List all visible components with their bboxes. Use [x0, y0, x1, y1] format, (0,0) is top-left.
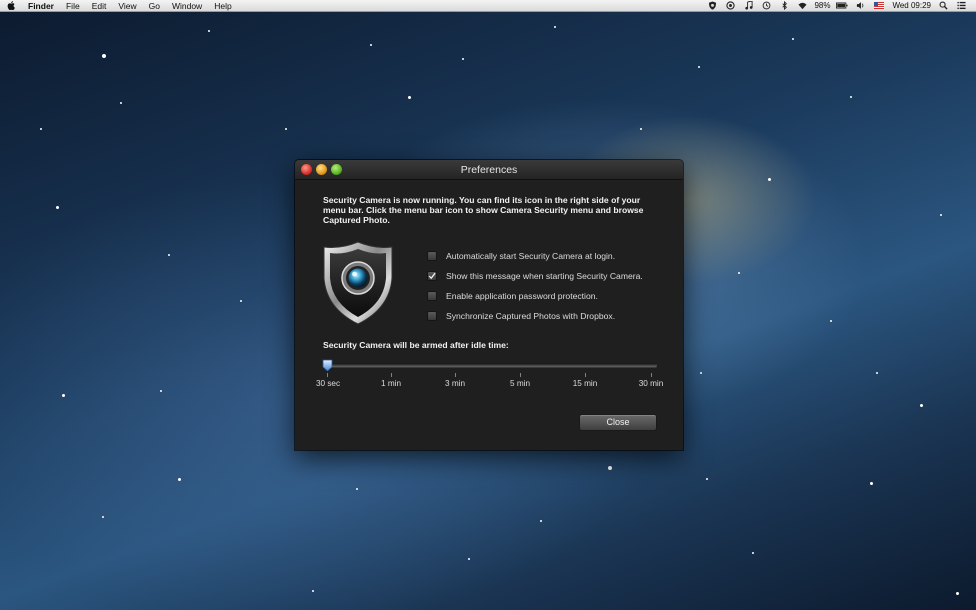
idle-time-slider-track[interactable] [325, 363, 657, 367]
volume-icon[interactable] [851, 0, 869, 12]
slider-tick [455, 373, 456, 377]
menu-edit[interactable]: Edit [86, 0, 113, 12]
slider-tick [391, 373, 392, 377]
slider-tick [327, 373, 328, 377]
battery-percent[interactable]: 98% [811, 0, 833, 12]
idle-time-label: Security Camera will be armed after idle… [323, 340, 509, 350]
flag-icon[interactable] [874, 2, 885, 9]
checkmark-icon [428, 272, 436, 280]
search-icon[interactable] [934, 0, 952, 12]
menu-bar: Finder File Edit View Go Window Help 98% [0, 0, 976, 12]
slider-tick [651, 373, 652, 377]
time-machine-icon[interactable] [757, 0, 775, 12]
menu-file[interactable]: File [60, 0, 86, 12]
slider-tick [585, 373, 586, 377]
wifi-icon[interactable] [793, 0, 811, 12]
bluetooth-icon[interactable] [775, 0, 793, 12]
preferences-window: Preferences Security Camera is now runni… [295, 160, 683, 450]
camera-icon[interactable] [721, 0, 739, 12]
security-camera-shield-icon [321, 240, 395, 326]
option-auto-start[interactable]: Automatically start Security Camera at l… [427, 246, 643, 266]
option-label: Show this message when starting Security… [446, 271, 643, 281]
window-zoom-button[interactable] [331, 164, 342, 175]
menu-go[interactable]: Go [143, 0, 166, 12]
running-message: Security Camera is now running. You can … [323, 195, 644, 225]
slider-tick-label: 30 min [638, 379, 664, 388]
password-protection-checkbox[interactable] [427, 291, 437, 301]
window-minimize-button[interactable] [316, 164, 327, 175]
window-titlebar[interactable]: Preferences [295, 160, 683, 180]
show-message-checkbox[interactable] [427, 271, 437, 281]
shield-icon[interactable] [703, 0, 721, 12]
menu-app-name[interactable]: Finder [22, 0, 60, 12]
window-title: Preferences [460, 164, 518, 176]
option-dropbox-sync[interactable]: Synchronize Captured Photos with Dropbox… [427, 306, 643, 326]
dropbox-sync-checkbox[interactable] [427, 311, 437, 321]
menu-window[interactable]: Window [166, 0, 208, 12]
menu-view[interactable]: View [112, 0, 142, 12]
option-label: Synchronize Captured Photos with Dropbox… [446, 311, 616, 321]
battery-icon[interactable] [833, 0, 851, 12]
option-label: Enable application password protection. [446, 291, 598, 301]
option-label: Automatically start Security Camera at l… [446, 251, 616, 261]
list-icon[interactable] [952, 0, 970, 12]
options-list: Automatically start Security Camera at l… [427, 246, 643, 326]
slider-tick [520, 373, 521, 377]
menu-help[interactable]: Help [208, 0, 237, 12]
slider-tick-label: 15 min [572, 379, 598, 388]
window-close-button[interactable] [301, 164, 312, 175]
idle-time-slider-knob[interactable] [322, 359, 333, 372]
apple-menu-icon[interactable] [0, 1, 22, 10]
option-password-protection[interactable]: Enable application password protection. [427, 286, 643, 306]
status-area: 98% Wed 09:29 [703, 0, 976, 12]
close-button[interactable]: Close [579, 414, 657, 431]
slider-tick-label: 3 min [444, 379, 466, 388]
slider-tick-label: 30 sec [315, 379, 341, 388]
slider-tick-label: 5 min [509, 379, 531, 388]
auto-start-checkbox[interactable] [427, 251, 437, 261]
option-show-message[interactable]: Show this message when starting Security… [427, 266, 643, 286]
music-icon[interactable] [739, 0, 757, 12]
menubar-clock[interactable]: Wed 09:29 [889, 0, 934, 12]
slider-tick-label: 1 min [380, 379, 402, 388]
